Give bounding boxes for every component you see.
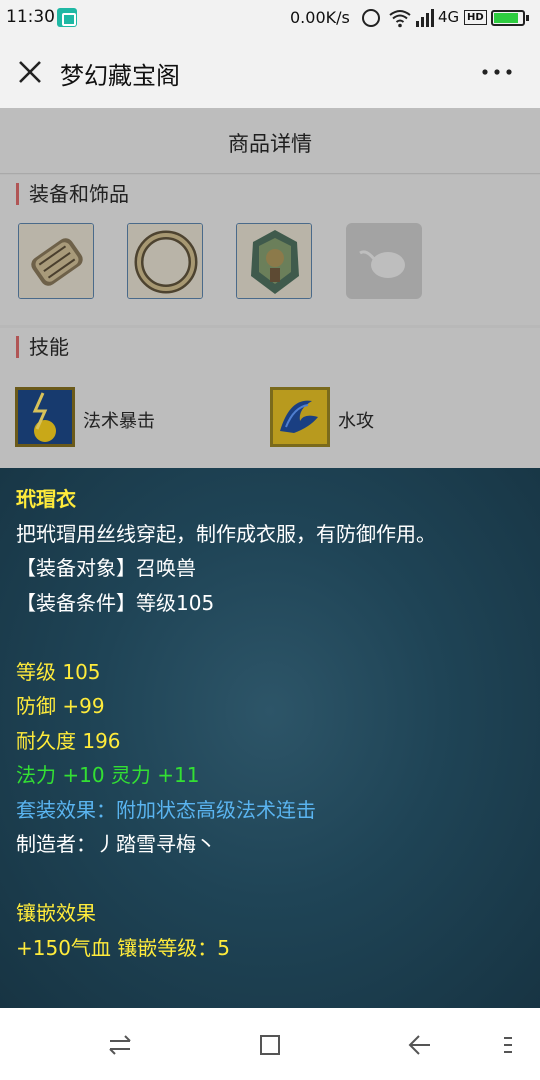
bracer-icon <box>19 224 93 298</box>
armor-equipment[interactable] <box>236 223 312 299</box>
ring-icon <box>128 224 202 298</box>
item-maker: 制造者：丿踏雪寻梅丶 <box>16 832 216 856</box>
ring-equipment[interactable] <box>127 223 203 299</box>
skill-label: 法术暴击 <box>83 411 155 432</box>
page-header: 商品详情 <box>0 108 540 174</box>
item-level: 等级 105 <box>16 659 101 684</box>
switch-app-icon[interactable] <box>105 1030 135 1060</box>
equipment-section-title: 装备和饰品 <box>16 183 129 205</box>
item-defense: 防御 +99 <box>16 694 105 718</box>
nav-title: 梦幻藏宝阁 <box>60 62 180 90</box>
water-attack-skill-icon <box>270 387 330 447</box>
system-nav-bar <box>0 1008 540 1080</box>
alarm-icon <box>362 9 380 27</box>
wifi-icon <box>389 10 411 28</box>
back-icon[interactable] <box>405 1030 435 1060</box>
item-description: 把玳瑁用丝线穿起，制作成衣服，有防御作用。 <box>16 521 436 546</box>
magic-critical-skill-icon <box>15 387 75 447</box>
home-icon[interactable] <box>255 1030 285 1060</box>
page-content: 商品详情 装备和饰品 技能 法术暴击 水攻 玳瑁衣 把玳瑁用丝线穿起，制作成衣服… <box>0 108 540 1008</box>
network-speed: 0.00K/s <box>290 8 350 27</box>
signal-icon <box>416 9 434 27</box>
item-name: 玳瑁衣 <box>16 487 76 511</box>
skill-section: 技能 法术暴击 水攻 <box>0 328 540 488</box>
equipment-section: 装备和饰品 <box>0 175 540 325</box>
armor-icon <box>237 224 311 298</box>
close-icon[interactable] <box>16 58 44 86</box>
inlay-title: 镶嵌效果 <box>16 901 96 925</box>
status-time: 11:30 <box>6 7 55 27</box>
screenshot-icon <box>57 8 77 27</box>
skill-item-water-attack[interactable]: 水攻 <box>270 387 500 447</box>
battery-icon <box>491 10 525 26</box>
page-title: 商品详情 <box>228 132 312 156</box>
hd-badge: HD <box>464 10 487 25</box>
bracer-equipment[interactable] <box>18 223 94 299</box>
set-effect: 套装效果：附加状态高级法术连击 <box>16 797 316 822</box>
item-magic-stats: 法力 +10 灵力 +11 <box>16 763 200 787</box>
status-bar: 11:30 0.00K/s 4G HD <box>0 0 540 36</box>
item-durability: 耐久度 196 <box>16 728 121 753</box>
item-tooltip[interactable]: 玳瑁衣 把玳瑁用丝线穿起，制作成衣服，有防御作用。 【装备对象】召唤兽 【装备条… <box>0 468 540 1008</box>
battery-tip <box>526 15 529 21</box>
inlay-detail: +150气血 镶嵌等级：5 <box>16 935 231 960</box>
empty-slot[interactable] <box>346 223 422 299</box>
network-type: 4G <box>438 8 460 26</box>
equip-requirement: 【装备条件】等级105 <box>16 590 215 615</box>
skill-section-title: 技能 <box>16 336 69 358</box>
equip-target: 【装备对象】召唤兽 <box>16 556 196 580</box>
nav-bar: 梦幻藏宝阁 <box>0 36 540 108</box>
pouch-icon <box>359 250 405 278</box>
menu-icon[interactable] <box>500 1030 520 1060</box>
skill-item-magic-critical[interactable]: 法术暴击 <box>15 387 245 447</box>
skill-label: 水攻 <box>338 411 374 432</box>
more-icon[interactable] <box>480 58 514 86</box>
